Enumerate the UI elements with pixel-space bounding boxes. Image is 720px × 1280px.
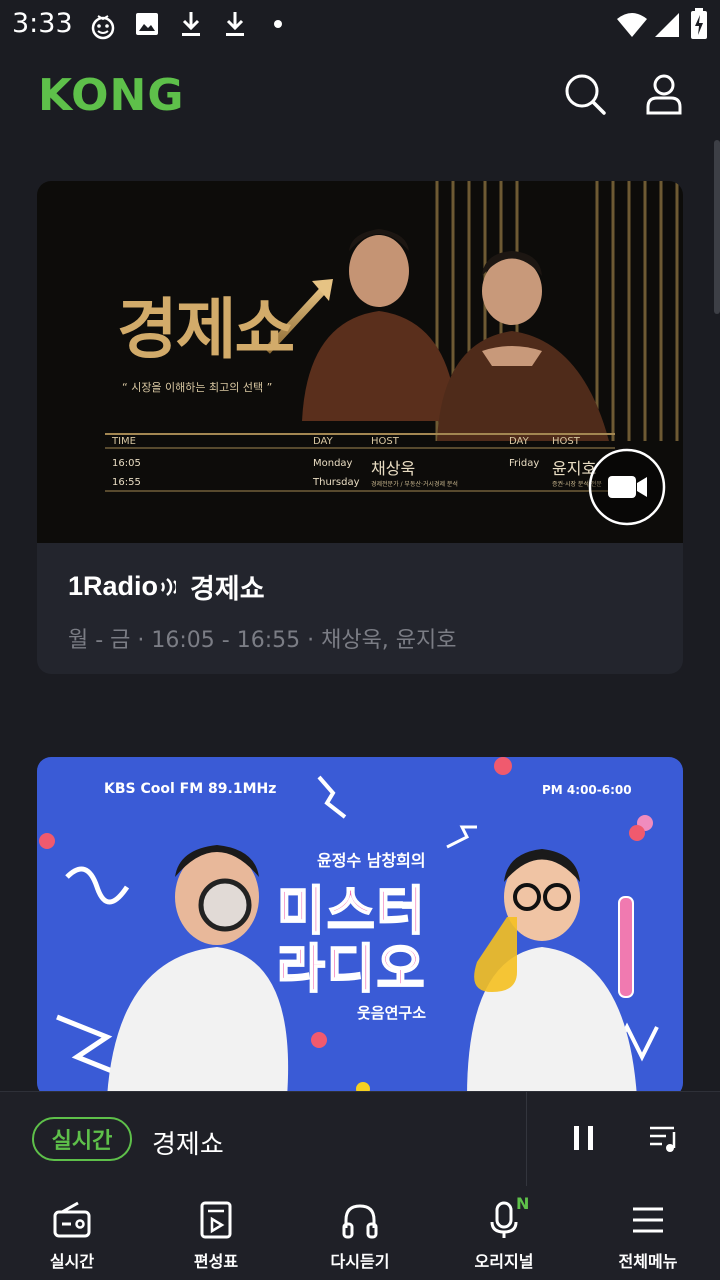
app-header: KONG [0,52,720,144]
app-notification-icon [91,15,115,40]
more-notifications-dot [274,20,282,28]
banner-time-label: TIME [112,436,137,447]
kong-logo[interactable]: KONG [38,70,184,121]
radio-icon [53,1201,91,1238]
bottom-navigation: 실시간 편성표 다시듣기 N 오리지널 전체메뉴 [0,1186,720,1280]
status-time: 3:33 [12,8,73,39]
program-banner[interactable]: 경제쇼 “ 시장을 이해하는 최고의 선택 ” TIME DAY HOST DA… [37,181,683,543]
banner-host1: 채상욱 [371,459,416,478]
schedule-icon [200,1201,232,1239]
banner-host-label-2: HOST [552,436,580,447]
nav-item-original[interactable]: N 오리지널 [432,1186,576,1280]
banner-hosts: 윤정수 남창희의 [317,851,426,870]
download-icon [182,12,200,36]
image-icon [136,13,158,35]
nav-item-replay[interactable]: 다시듣기 [288,1186,432,1280]
nav-item-menu[interactable]: 전체메뉴 [576,1186,720,1280]
banner-time-end: 16:55 [112,477,141,488]
program-card[interactable]: KBS Cool FM 89.1MHz PM 4:00-6:00 윤정수 남창희… [37,757,683,1097]
program-schedule: 월 - 금 · 16:05 - 16:55 · 채상욱, 윤지호 [68,628,457,653]
wifi-icon [617,13,647,37]
mini-player[interactable]: 실시간 경제쇼 [0,1091,720,1187]
nav-label: 실시간 [49,1252,95,1271]
battery-charging-icon [691,8,707,39]
banner-host-label: HOST [371,436,399,447]
profile-icon[interactable] [640,70,688,118]
menu-icon [633,1207,663,1233]
banner-day-label: DAY [313,436,333,447]
banner-show-line2: 라디오 [276,939,427,1001]
nav-item-live[interactable]: 실시간 [0,1186,144,1280]
nav-label: 전체메뉴 [618,1252,678,1271]
divider [526,1092,527,1187]
signal-icon [655,13,679,37]
download-icon [226,12,244,36]
search-icon[interactable] [561,70,609,118]
banner-time-start: 16:05 [112,458,141,469]
banner-tagline: “ 시장을 이해하는 최고의 선택 ” [122,381,273,394]
pause-icon[interactable] [566,1120,602,1156]
live-badge[interactable]: 실시간 [32,1117,132,1161]
video-camera-icon[interactable] [588,448,666,526]
nav-item-schedule[interactable]: 편성표 [144,1186,288,1280]
program-title: 경제쇼 [190,574,265,605]
playlist-icon[interactable] [644,1120,684,1156]
banner-day1-end: Thursday [313,477,360,488]
new-badge: N [516,1194,530,1213]
banner-host1-desc: 경제전문가 / 부동산·거시경제 분석 [371,481,458,488]
banner-day-label-2: DAY [509,436,529,447]
banner-day2: Friday [509,458,540,469]
program-card[interactable]: 경제쇼 “ 시장을 이해하는 최고의 선택 ” TIME DAY HOST DA… [37,181,683,674]
nav-label: 편성표 [193,1252,239,1271]
headphones-icon [342,1204,378,1239]
nav-label: 오리지널 [474,1252,534,1271]
broadcast-waves-icon [160,577,177,596]
banner-day1-start: Monday [313,458,353,469]
nav-label: 다시듣기 [330,1252,390,1271]
channel-logo: 1Radio [68,571,177,602]
channel-logo-text: 1Radio [68,571,159,601]
scrollbar[interactable] [714,140,720,314]
now-playing-title[interactable]: 경제쇼 [152,1124,224,1161]
banner-subtitle: 웃음연구소 [357,1004,427,1022]
banner-show-name: 경제쇼 [117,291,295,368]
program-banner[interactable]: KBS Cool FM 89.1MHz PM 4:00-6:00 윤정수 남창희… [37,757,683,1097]
banner-station: KBS Cool FM 89.1MHz [104,781,277,797]
status-bar: 3:33 [0,0,720,52]
banner-airtime: PM 4:00-6:00 [542,783,632,797]
